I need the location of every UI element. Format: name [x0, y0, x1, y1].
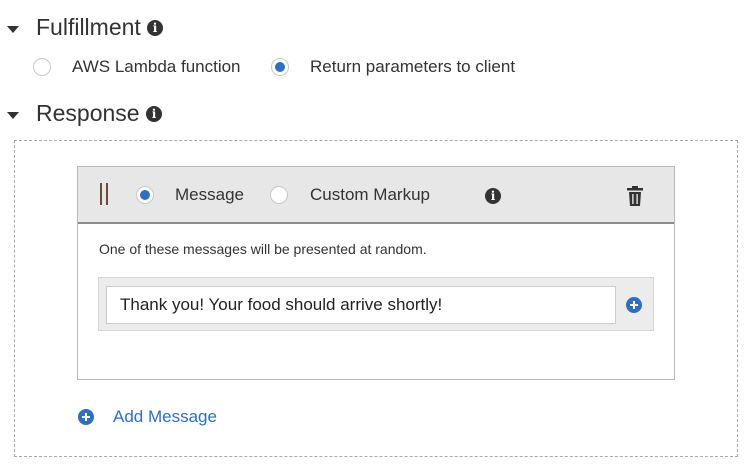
fulfillment-info-icon[interactable]: i [147, 20, 163, 36]
radio-message-label[interactable]: Message [175, 185, 244, 205]
radio-aws-lambda[interactable] [33, 58, 51, 76]
radio-message[interactable] [136, 186, 154, 204]
message-card: Message Custom Markup i One of these mes… [77, 166, 675, 380]
message-row [98, 277, 654, 331]
radio-custom-markup-label[interactable]: Custom Markup [310, 185, 430, 205]
add-message-plus-icon[interactable] [78, 409, 94, 425]
message-card-header: Message Custom Markup i [78, 167, 674, 224]
drag-handle-icon[interactable] [100, 183, 108, 205]
fulfillment-collapse-caret-icon[interactable] [7, 26, 19, 33]
response-info-icon[interactable]: i [146, 106, 162, 122]
fulfillment-title: Fulfillment [36, 14, 141, 40]
radio-aws-lambda-label[interactable]: AWS Lambda function [72, 57, 241, 77]
random-message-hint: One of these messages will be presented … [99, 241, 427, 257]
radio-return-parameters[interactable] [271, 58, 289, 76]
add-variant-plus-icon[interactable] [626, 297, 642, 313]
response-collapse-caret-icon[interactable] [7, 112, 19, 119]
radio-custom-markup[interactable] [270, 186, 288, 204]
add-message-link[interactable]: Add Message [113, 407, 217, 427]
delete-trash-icon[interactable] [626, 186, 644, 206]
card-info-icon[interactable]: i [485, 188, 501, 204]
message-input[interactable] [106, 286, 616, 324]
response-title: Response [36, 100, 140, 126]
radio-return-parameters-label[interactable]: Return parameters to client [310, 57, 515, 77]
